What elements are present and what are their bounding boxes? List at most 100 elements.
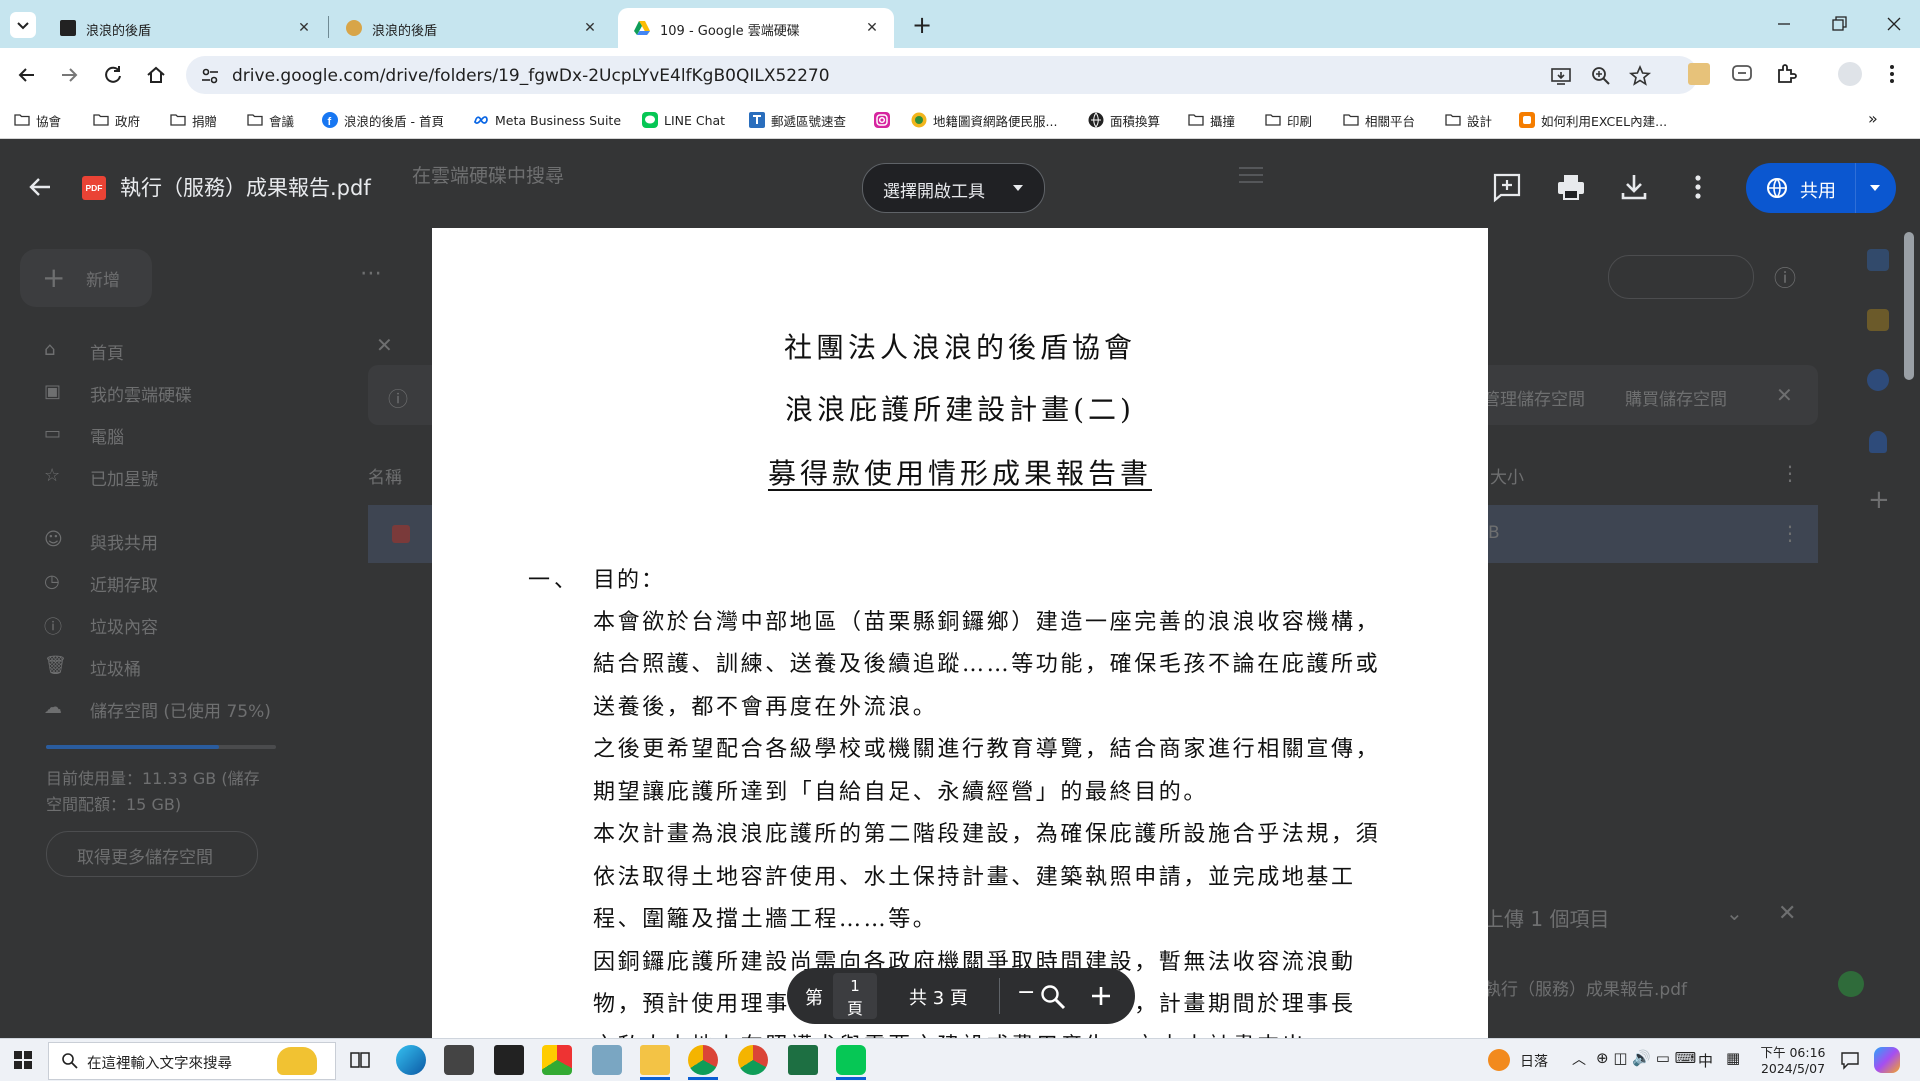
pen-app-icon[interactable]	[592, 1045, 622, 1075]
download-button[interactable]	[1618, 171, 1650, 203]
bookmark-link[interactable]: f 浪浪的後盾 - 首頁	[322, 109, 444, 131]
paragraph-line: 本會欲於台灣中部地區（苗栗縣銅鑼鄉）建造一座完善的浪浪收容機構，	[593, 610, 1381, 635]
ime-grid-icon[interactable]: ▦	[1726, 1049, 1740, 1067]
line-icon	[642, 112, 658, 128]
drive-nav-item: ⓘ 垃圾內容	[44, 617, 158, 638]
chrome-icon[interactable]	[688, 1045, 718, 1075]
bookmark-folder[interactable]: 捐贈	[170, 109, 217, 131]
print-button[interactable]	[1555, 171, 1587, 203]
edge-icon[interactable]	[396, 1045, 426, 1075]
close-window-button[interactable]	[1880, 10, 1908, 38]
drive-nav-item: ▭ 電腦	[44, 423, 124, 448]
url-text: drive.google.com/drive/folders/19_fgwDx-…	[232, 66, 830, 86]
tab-search-button[interactable]	[10, 12, 36, 38]
calculator-icon[interactable]	[444, 1045, 474, 1075]
folder-icon	[1343, 114, 1359, 126]
excel-icon[interactable]	[788, 1045, 818, 1075]
chrome-icon[interactable]	[738, 1045, 768, 1075]
more-vert-icon[interactable]	[1886, 62, 1898, 86]
open-with-button[interactable]: 選擇開啟工具	[862, 163, 1045, 213]
bookmark-link[interactable]: 如何利用EXCEL內建...	[1519, 109, 1667, 131]
install-app-icon[interactable]	[1550, 65, 1572, 87]
column-header-size: 大小	[1490, 468, 1524, 488]
instagram-icon	[874, 112, 890, 128]
add-comment-button[interactable]	[1491, 171, 1523, 203]
bookmark-link[interactable]: 郵遞區號速查	[749, 109, 846, 131]
bookmark-folder[interactable]: 協會	[14, 109, 61, 131]
bookmark-label: 設計	[1467, 113, 1493, 129]
more-actions-button[interactable]	[1682, 171, 1714, 203]
tray-chevron-icon[interactable]: ︿	[1572, 1049, 1586, 1069]
tray-app-icons[interactable]: ⊕ ◫ 🔊 ▭ ⌨	[1596, 1049, 1696, 1067]
tab-3-active[interactable]: 109 - Google 雲端硬碟 ✕	[618, 8, 894, 48]
tab-2[interactable]: 浪浪的後盾 ✕	[330, 8, 612, 48]
weather-sunset-icon[interactable]	[1488, 1049, 1510, 1071]
restore-button[interactable]	[1825, 10, 1853, 38]
extension-calc-icon[interactable]	[1688, 63, 1710, 85]
clock[interactable]: 下午 06:16 2024/5/07	[1758, 1042, 1828, 1078]
bookmark-folder[interactable]: 政府	[93, 109, 140, 131]
taskbar-search-box[interactable]: 在這裡輸入文字來搜尋	[48, 1042, 336, 1080]
bookmark-link[interactable]: 地籍圖資網路便民服...	[911, 109, 1057, 131]
facebook-icon: f	[322, 112, 338, 128]
extensions-puzzle-icon[interactable]	[1774, 62, 1798, 86]
bookmark-label: 如何利用EXCEL內建...	[1541, 113, 1668, 129]
weather-text[interactable]: 日落	[1520, 1051, 1548, 1071]
ime-indicator[interactable]: 中	[1698, 1050, 1713, 1071]
bookmark-folder[interactable]: 印刷	[1265, 109, 1312, 131]
close-icon[interactable]: ✕	[582, 20, 598, 36]
bookmark-folder[interactable]: 相關平台	[1343, 109, 1415, 131]
tab-1[interactable]: 浪浪的後盾 ✕	[44, 8, 326, 48]
more-bookmarks-button[interactable]: »	[1868, 109, 1888, 131]
bookmark-link[interactable]	[874, 109, 890, 131]
tab-strip: 浪浪的後盾 ✕ 浪浪的後盾 ✕ 109 - Google 雲端硬碟 ✕ +	[0, 0, 1920, 48]
back-button[interactable]	[12, 60, 42, 90]
task-view-icon[interactable]	[350, 1050, 370, 1070]
close-icon[interactable]: ✕	[864, 20, 880, 36]
line-app-icon[interactable]	[836, 1045, 866, 1075]
reload-button[interactable]	[98, 60, 128, 90]
viewer-scrollbar[interactable]	[1904, 232, 1914, 380]
tab-title: 109 - Google 雲端硬碟	[660, 24, 800, 39]
svg-text:f: f	[328, 116, 332, 128]
photos-app-icon[interactable]	[542, 1045, 572, 1075]
zoom-in-button[interactable]	[1089, 984, 1113, 1008]
caret-down-icon[interactable]	[1868, 182, 1882, 194]
viewer-file-name: 執行（服務）成果報告.pdf	[120, 176, 371, 200]
meta-icon	[474, 116, 488, 124]
address-bar[interactable]: drive.google.com/drive/folders/19_fgwDx-…	[186, 56, 1698, 94]
copilot-icon[interactable]	[1874, 1047, 1900, 1073]
bookmark-folder[interactable]: 會議	[247, 109, 294, 131]
zoom-icon[interactable]	[1590, 65, 1612, 87]
sticky-notes-icon[interactable]	[494, 1045, 524, 1075]
new-tab-button[interactable]: +	[908, 12, 936, 40]
site-settings-icon[interactable]	[200, 66, 220, 86]
file-explorer-icon[interactable]	[640, 1045, 670, 1075]
forward-button[interactable]	[54, 60, 84, 90]
notification-icon[interactable]	[1840, 1050, 1860, 1070]
drive-nav-item: ⌂ 首頁	[44, 339, 124, 364]
paragraph-line: 送養後，都不會再度在外流浪。	[593, 695, 938, 720]
bookmark-folder[interactable]: 設計	[1445, 109, 1492, 131]
profile-avatar[interactable]	[1838, 62, 1862, 86]
page-number-input[interactable]: 1 頁	[833, 973, 877, 1019]
zoom-out-button[interactable]: −	[1017, 980, 1035, 1005]
paragraph-line: 依法取得土地容許使用、水土保持計畫、建築執照申請，並完成地基工	[593, 865, 1356, 890]
viewer-back-button[interactable]	[24, 171, 56, 203]
search-icon	[62, 1053, 78, 1069]
home-button[interactable]	[141, 60, 171, 90]
bookmark-link[interactable]: Meta Business Suite	[473, 109, 621, 131]
bookmark-link[interactable]: 面積換算	[1088, 109, 1160, 131]
minimize-button[interactable]	[1770, 10, 1798, 38]
paragraph-line: 程、圍籬及擋土牆工程……等。	[593, 907, 938, 932]
star-bookmark-icon[interactable]	[1628, 64, 1652, 88]
windows-taskbar: 在這裡輸入文字來搜尋 日落 ︿ ⊕ ◫ 🔊 ▭ ⌨ 中 ▦ 下午 06:16 2…	[0, 1038, 1920, 1081]
windows-start-icon[interactable]	[14, 1051, 32, 1069]
share-button[interactable]: 共用	[1746, 163, 1896, 213]
close-icon[interactable]: ✕	[296, 20, 312, 36]
extension-chat-icon[interactable]	[1730, 62, 1754, 86]
pdf-title-org: 社團法人浪浪的後盾協會	[783, 331, 1136, 364]
zoom-icon[interactable]	[1039, 983, 1067, 1011]
bookmark-folder[interactable]: 攝撞	[1188, 109, 1235, 131]
bookmark-link[interactable]: LINE Chat	[642, 109, 725, 131]
